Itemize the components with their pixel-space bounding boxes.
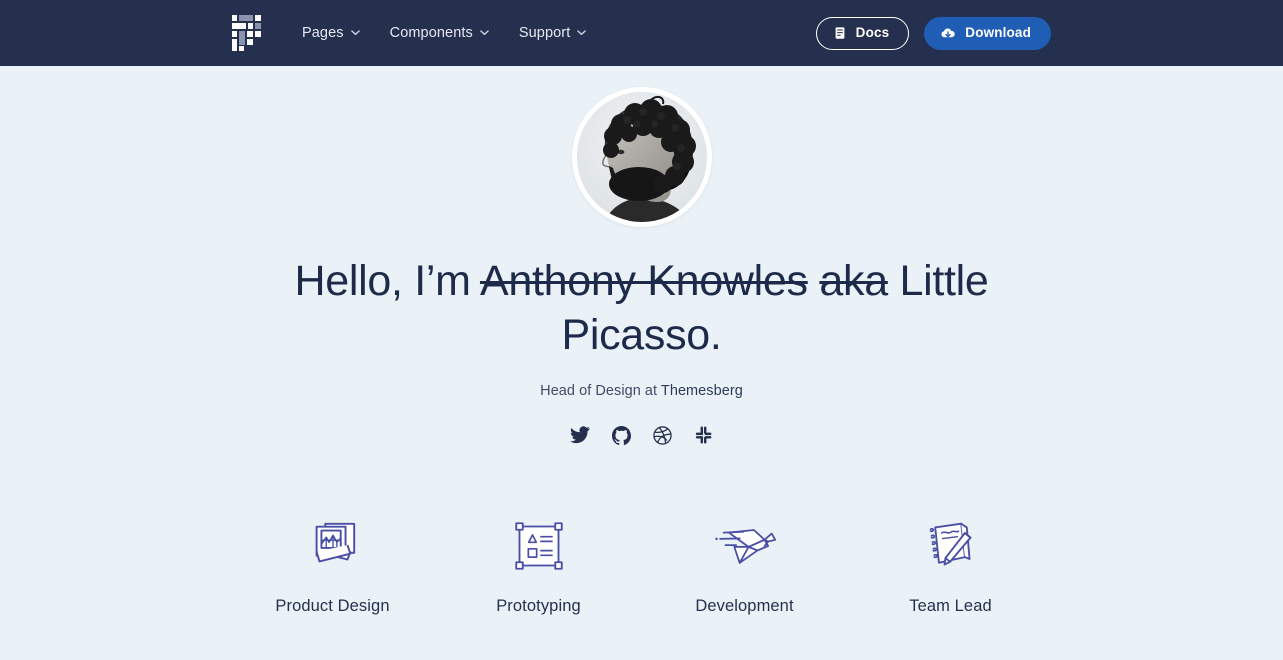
feature-list: Product Design Prototyping Development T…	[230, 516, 1054, 616]
docs-button-label: Docs	[855, 25, 890, 41]
wireframe-box-icon	[507, 516, 571, 576]
feature-product-design-label: Product Design	[275, 597, 390, 616]
hero-subtitle: Head of Design at Themesberg	[540, 383, 743, 399]
stacked-photos-icon	[301, 516, 365, 576]
twitter-icon[interactable]	[569, 424, 591, 446]
slack-icon[interactable]	[692, 424, 714, 446]
nav-item-components-label: Components	[389, 25, 473, 41]
chevron-down-icon	[577, 28, 587, 37]
nav-item-support-label: Support	[518, 25, 571, 41]
nav-item-support[interactable]: Support	[519, 25, 587, 41]
top-navbar: Pages Components Support Docs Download	[0, 0, 1283, 66]
avatar-image	[576, 92, 707, 222]
origami-bird-icon	[713, 516, 777, 576]
feature-development[interactable]: Development	[642, 516, 848, 616]
cloud-download-icon	[940, 26, 956, 41]
avatar	[571, 87, 712, 227]
notepad-pencil-icon	[919, 516, 983, 576]
title-struck-name: Anthony Knowles	[479, 257, 808, 305]
social-links	[569, 424, 714, 446]
feature-prototyping-label: Prototyping	[496, 597, 581, 616]
hero-subtitle-role: Head of Design at	[540, 383, 661, 400]
feature-development-label: Development	[695, 597, 794, 616]
nav-item-components[interactable]: Components	[390, 25, 489, 41]
themesberg-pixel-logo-icon	[232, 15, 262, 51]
nav-item-pages[interactable]: Pages	[302, 25, 360, 41]
page-title: Hello, I’m Anthony Knowles aka Little Pi…	[292, 254, 992, 362]
download-button-label: Download	[965, 25, 1031, 41]
title-greeting: Hello, I’m	[294, 257, 480, 305]
feature-product-design[interactable]: Product Design	[230, 516, 436, 616]
hero-section: Hello, I’m Anthony Knowles aka Little Pi…	[0, 66, 1283, 660]
navbar-actions: Docs Download	[815, 16, 1051, 50]
title-struck-aka: aka	[819, 257, 888, 305]
docs-button[interactable]: Docs	[815, 16, 910, 50]
github-icon[interactable]	[610, 424, 632, 446]
feature-team-lead[interactable]: Team Lead	[848, 516, 1054, 616]
book-icon	[833, 26, 847, 40]
hero-subtitle-company: Themesberg	[660, 383, 743, 400]
dribbble-icon[interactable]	[651, 424, 673, 446]
primary-nav: Pages Components Support	[302, 25, 587, 41]
feature-team-lead-label: Team Lead	[909, 597, 992, 616]
chevron-down-icon	[480, 28, 489, 37]
nav-item-pages-label: Pages	[302, 25, 344, 41]
feature-prototyping[interactable]: Prototyping	[436, 516, 642, 616]
download-button[interactable]: Download	[924, 16, 1051, 50]
chevron-down-icon	[350, 28, 360, 37]
brand-logo[interactable]	[232, 15, 262, 51]
